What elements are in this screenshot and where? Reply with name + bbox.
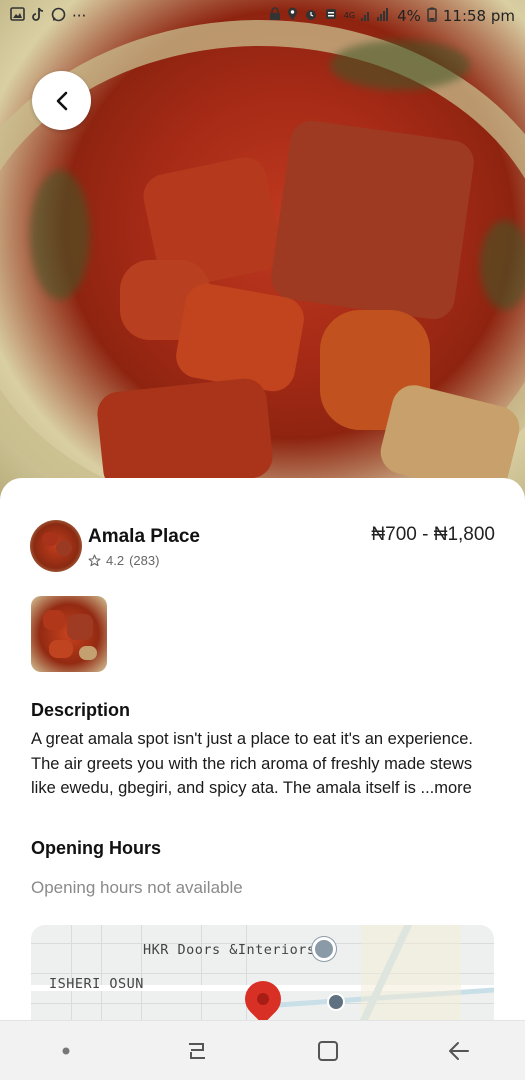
alarm-icon [304,7,318,25]
description-title: Description [31,700,131,720]
meat-piece [268,118,477,322]
map-area-label: ISHERI OSUN [49,976,144,992]
map-road [101,925,102,1025]
price-range: ₦700 - ₦1,800 [371,524,495,545]
status-left: ··· [10,7,86,26]
avatar-detail [42,532,58,546]
location-map[interactable]: HKR Doors &Interiors ISHERI OSUN [31,925,494,1025]
nav-back-button[interactable] [429,1031,489,1071]
avatar-detail [56,540,72,556]
status-bar: ··· 4G 4% 11:58 pm [0,0,525,32]
restaurant-avatar[interactable] [30,520,82,572]
meat-piece [95,376,275,494]
back-arrow-icon [449,1041,470,1060]
description-text: A great amala spot isn't just a place to… [31,727,501,801]
hero-food-image [0,0,525,500]
star-icon [88,554,101,567]
gallery-icon [10,7,25,25]
thumbnail-detail [79,646,97,660]
clock: 11:58 pm [442,7,515,25]
map-road [141,925,142,1025]
read-more-link[interactable]: ...more [420,779,471,797]
thumbnail-detail [43,610,65,630]
bus-stop-icon[interactable] [327,993,345,1011]
home-icon [318,1040,339,1061]
battery-percent: 4% [397,7,421,25]
ewedu-garnish [480,220,525,310]
home-button[interactable] [298,1031,358,1071]
description-body: A great amala spot isn't just a place to… [31,730,473,797]
map-poi-icon[interactable] [312,937,336,961]
data-saver-icon [324,7,338,25]
ewedu-garnish [30,170,90,300]
dot-icon [62,1047,70,1054]
map-road [71,925,72,1025]
review-count: (283) [129,553,160,568]
map-road [246,925,247,1025]
map-business-label: HKR Doors &Interiors [143,942,316,958]
recent-apps-button[interactable] [167,1031,227,1071]
map-road [201,925,202,1025]
network-type: 4G [343,11,356,20]
gallery-thumbnail[interactable] [31,596,107,672]
more-notifications-icon: ··· [72,7,87,25]
recent-apps-icon [188,1042,205,1059]
opening-hours-title: Opening Hours [31,838,161,858]
signal-icon [361,7,391,25]
system-nav-bar [0,1020,525,1080]
ewedu-garnish [330,40,470,90]
back-button[interactable] [32,71,91,130]
thumbnail-detail [67,614,93,640]
restaurant-header: Amala Place 4.2 (283) ₦700 - ₦1,800 [30,520,495,572]
opening-hours-text: Opening hours not available [31,878,243,897]
tiktok-icon [31,7,45,26]
rating-row: 4.2 (283) [88,553,159,568]
meat-piece [172,280,308,395]
rating-value: 4.2 [106,553,125,568]
nav-dot-button[interactable] [36,1031,96,1071]
map-area-shade [361,925,461,1025]
restaurant-name: Amala Place [88,526,200,547]
status-right: 4G 4% 11:58 pm [269,7,515,26]
lock-icon [269,7,281,25]
whatsapp-icon [51,7,66,26]
battery-icon [427,7,437,26]
location-icon [287,7,298,25]
chevron-left-icon [56,91,67,110]
thumbnail-detail [49,640,73,658]
